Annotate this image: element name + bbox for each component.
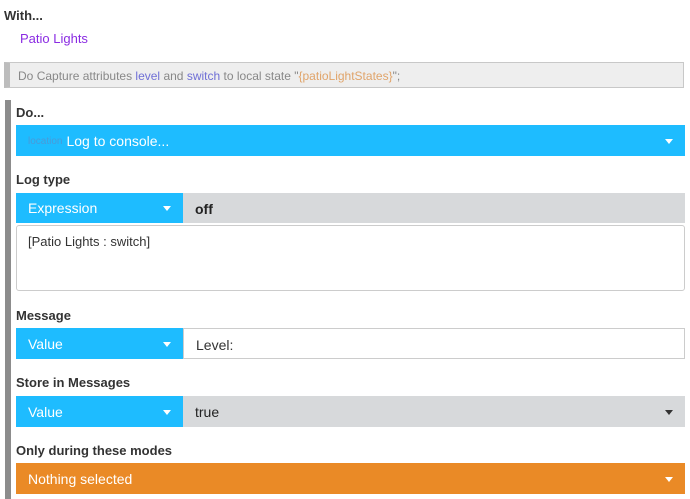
chevron-down-icon [665, 138, 673, 144]
chevron-down-icon [665, 476, 673, 482]
log-type-operand-value: Expression [28, 200, 98, 216]
statement-and: and [163, 69, 184, 83]
do-block-rail [5, 100, 11, 499]
log-type-label: Log type [16, 172, 71, 187]
statement-text-before: Capture attributes [36, 69, 133, 83]
log-type-expression-field[interactable]: [Patio Lights : switch] [16, 225, 685, 291]
capture-statement[interactable]: Do Capture attributes level and switch t… [4, 62, 684, 88]
store-in-messages-value: true [195, 404, 220, 420]
command-value: Log to console... [66, 132, 170, 149]
attribute-level: level [135, 69, 161, 83]
chevron-down-icon [665, 409, 673, 415]
command-select[interactable]: location Log to console... [16, 125, 685, 156]
attribute-switch: switch [186, 69, 221, 83]
log-type-evaluated-value: off [183, 193, 685, 223]
chevron-down-icon [163, 341, 171, 347]
log-type-operand-select[interactable]: Expression [16, 193, 183, 223]
message-label: Message [16, 308, 71, 323]
with-label: With... [4, 8, 43, 23]
do-label: Do... [16, 105, 45, 120]
only-during-modes-value: Nothing selected [28, 471, 133, 487]
variable-quote-close: "; [392, 69, 401, 83]
message-operand-value: Value [28, 335, 63, 352]
variable-name: {patioLightStates} [298, 69, 393, 83]
message-input[interactable]: Level: [183, 328, 685, 359]
store-in-messages-operand-select[interactable]: Value [16, 396, 183, 427]
store-in-messages-label: Store in Messages [16, 375, 131, 390]
do-word: Do [18, 69, 34, 83]
chevron-down-icon [163, 409, 171, 415]
device-link[interactable]: Patio Lights [20, 31, 88, 46]
only-during-modes-select[interactable]: Nothing selected [16, 463, 685, 494]
only-during-modes-label: Only during these modes [16, 443, 173, 458]
store-in-messages-operand-value: Value [28, 403, 63, 420]
statement-text-mid: to local state [223, 69, 291, 83]
store-in-messages-select[interactable]: true [183, 396, 685, 427]
chevron-down-icon [163, 206, 171, 211]
message-operand-select[interactable]: Value [16, 328, 183, 359]
command-prefix: location [28, 136, 63, 147]
